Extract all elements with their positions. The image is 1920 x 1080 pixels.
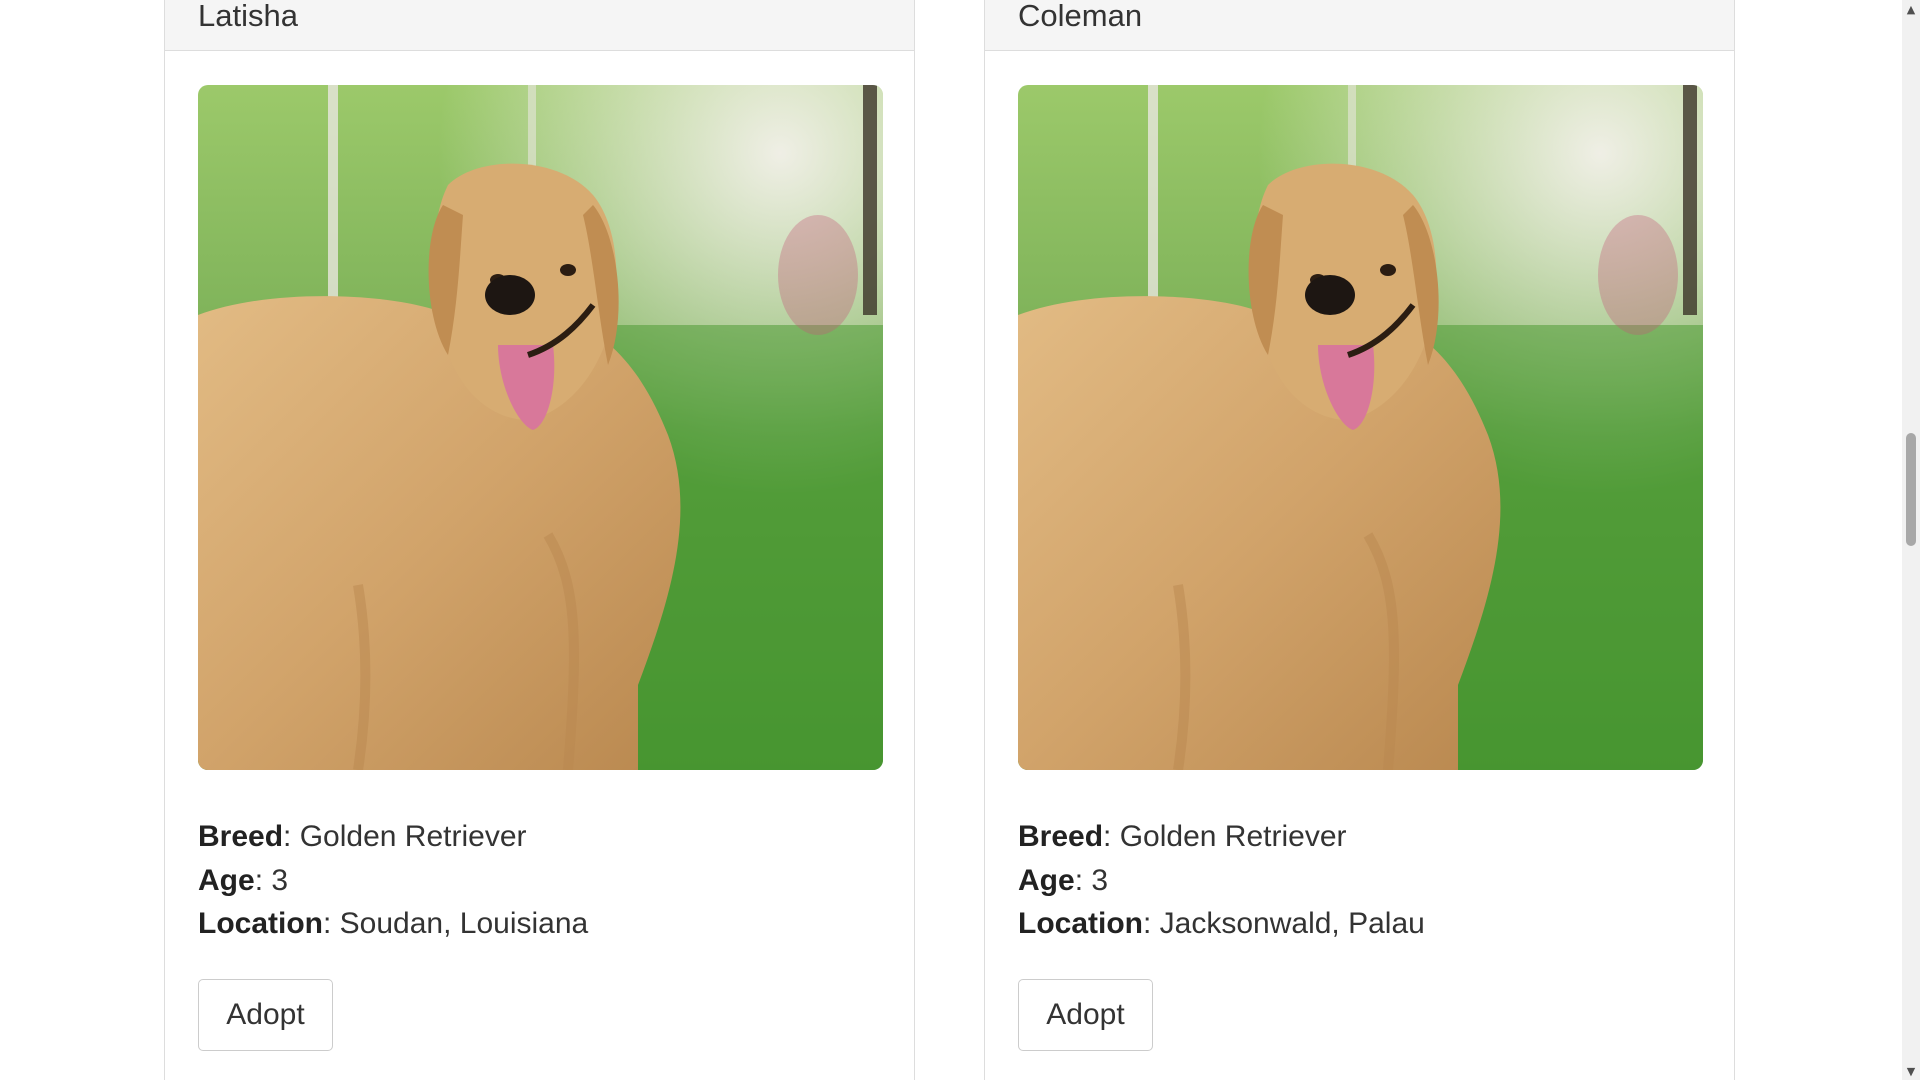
pet-card-body: Breed: Golden Retriever Age: 3 Location:… bbox=[165, 51, 914, 1051]
age-label: Age bbox=[1018, 863, 1075, 897]
pet-card-heading: Coleman bbox=[985, 0, 1734, 51]
location-label: Location bbox=[198, 907, 323, 940]
scroll-up-arrow-icon[interactable]: ▲ bbox=[1902, 0, 1920, 18]
age-value: : 3 bbox=[1074, 863, 1109, 897]
pet-photo bbox=[198, 85, 883, 770]
breed-label: Breed bbox=[1018, 820, 1104, 853]
scroll-down-arrow-icon[interactable]: ▼ bbox=[1902, 1062, 1920, 1080]
breed-row: Breed: Golden Retriever bbox=[1018, 815, 1701, 859]
age-label: Age bbox=[198, 863, 255, 897]
pet-card: Latisha Breed: Golden Retriever Age: 3 L… bbox=[164, 0, 915, 1080]
breed-value: : Golden Retriever bbox=[1103, 820, 1347, 853]
location-row: Location: Soudan, Louisiana bbox=[198, 902, 881, 946]
breed-label: Breed bbox=[198, 820, 284, 853]
page-viewport: Latisha Breed: Golden Retriever Age: 3 L… bbox=[0, 0, 1920, 1080]
vertical-scrollbar[interactable]: ▲ ▼ bbox=[1902, 0, 1920, 1080]
pet-name: Coleman bbox=[1018, 0, 1143, 33]
golden-retriever-photo bbox=[198, 85, 883, 770]
location-value: : Soudan, Louisiana bbox=[323, 907, 589, 940]
golden-retriever-photo bbox=[1018, 85, 1703, 770]
location-label: Location bbox=[1018, 907, 1143, 940]
scrollbar-thumb[interactable] bbox=[1906, 433, 1916, 546]
pet-card: Coleman Breed: Golden Retriever Age: 3 L… bbox=[984, 0, 1735, 1080]
age-value: : 3 bbox=[254, 863, 289, 897]
breed-row: Breed: Golden Retriever bbox=[198, 815, 881, 859]
location-value: : Jacksonwald, Palau bbox=[1143, 907, 1425, 940]
age-row: Age: 3 bbox=[198, 859, 881, 903]
breed-value: : Golden Retriever bbox=[283, 820, 527, 853]
pet-name: Latisha bbox=[198, 0, 298, 33]
location-row: Location: Jacksonwald, Palau bbox=[1018, 902, 1701, 946]
pet-card-body: Breed: Golden Retriever Age: 3 Location:… bbox=[985, 51, 1734, 1051]
adopt-button[interactable]: Adopt bbox=[1018, 978, 1153, 1051]
pet-info: Breed: Golden Retriever Age: 3 Location:… bbox=[1018, 815, 1701, 946]
pet-info: Breed: Golden Retriever Age: 3 Location:… bbox=[198, 815, 881, 946]
pet-card-heading: Latisha bbox=[165, 0, 914, 51]
age-row: Age: 3 bbox=[1018, 859, 1701, 903]
adopt-button[interactable]: Adopt bbox=[198, 978, 333, 1051]
pet-photo bbox=[1018, 85, 1703, 770]
